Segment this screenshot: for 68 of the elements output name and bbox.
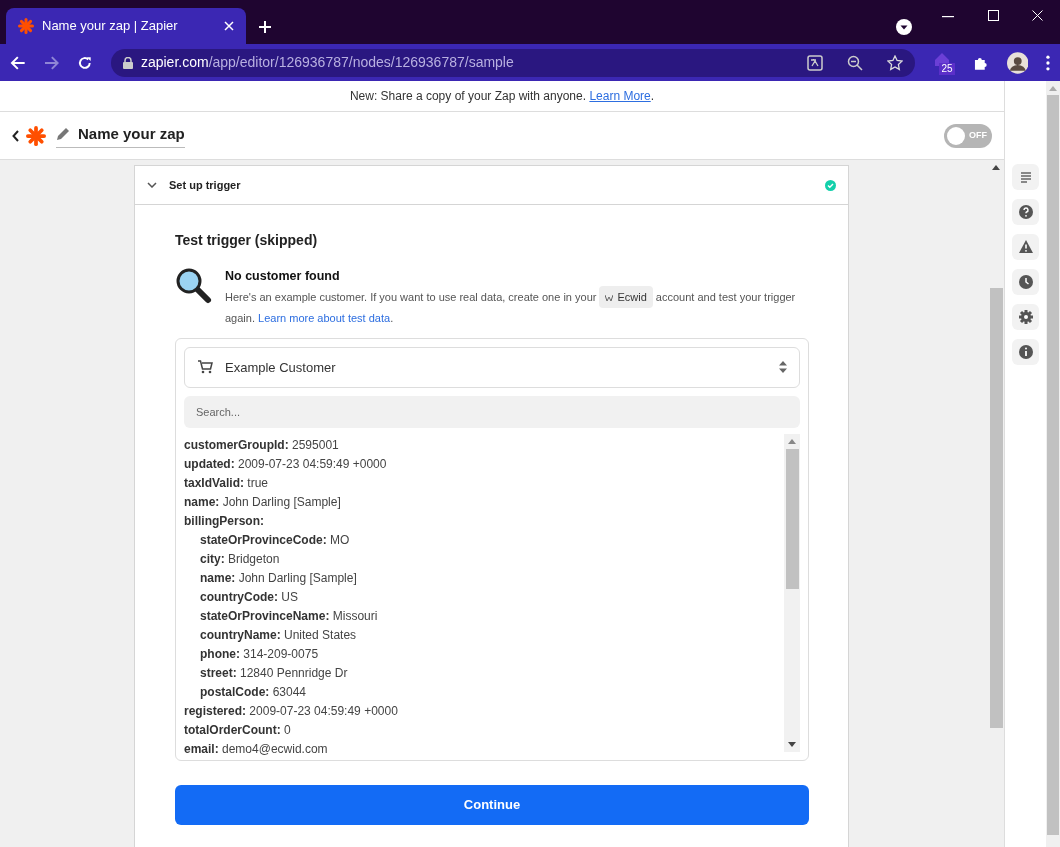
reload-icon[interactable] (77, 54, 93, 71)
info-icon[interactable] (1012, 339, 1039, 365)
field-row-text: customerGroupId: 2595001 (184, 436, 339, 454)
field-row-text: countryCode: US (200, 588, 298, 606)
close-icon[interactable] (224, 21, 234, 31)
close-icon[interactable] (1032, 10, 1043, 21)
asterisk-icon (18, 18, 34, 34)
field-row-text: postalCode: 63044 (200, 683, 307, 701)
sort-icon (779, 361, 787, 374)
notice-title: No customer found (225, 268, 341, 285)
list-icon[interactable] (1012, 164, 1039, 190)
field-row-text: registered: 2009-07-23 04:59:49 +0000 (184, 702, 398, 720)
pencil-icon (56, 127, 70, 141)
field-row-text: email: demo4@ecwid.com (184, 740, 328, 758)
field-row-text: name: John Darling [Sample] (184, 493, 341, 511)
clock-icon[interactable] (1012, 269, 1039, 295)
translate-icon[interactable] (807, 54, 824, 71)
zoom-out-icon[interactable] (847, 54, 864, 71)
field-row-text: billingPerson: (184, 512, 264, 530)
learn-more-link[interactable]: Learn More (589, 89, 651, 103)
menu-icon[interactable] (1046, 54, 1050, 71)
star-icon[interactable] (887, 54, 904, 71)
browser-tab[interactable]: Name your zap | Zapier (6, 8, 246, 44)
field-row-text: stateOrProvinceCode: MO (200, 531, 350, 549)
zap-name-field[interactable]: Name your zap (56, 122, 185, 149)
avatar-icon[interactable] (1006, 51, 1029, 74)
url-text: zapier.com/app/editor/126936787/nodes/126936787/sample (140, 53, 515, 72)
field-row-text: stateOrProvinceName: Missouri (200, 607, 378, 625)
field-row-text: updated: 2009-07-23 04:59:49 +0000 (184, 455, 387, 473)
scrollbar[interactable] (784, 433, 800, 752)
dropdown-icon[interactable] (896, 19, 912, 35)
record-select[interactable]: Example Customer (184, 346, 800, 388)
warning-icon[interactable] (1012, 234, 1039, 260)
announcement-text: New: Share a copy of your Zap with anyone. Learn More. (349, 88, 655, 105)
scroll-thumb[interactable] (785, 448, 799, 589)
scroll-down-icon[interactable] (788, 741, 796, 747)
asterisk-icon[interactable] (26, 125, 46, 146)
continue-button[interactable]: Continue (175, 784, 809, 825)
scroll-up-icon[interactable] (992, 165, 1000, 170)
settings-icon[interactable] (1012, 304, 1039, 330)
field-row-text: city: Bridgeton (200, 550, 280, 568)
field-row-text: phone: 314-209-0075 (200, 645, 319, 663)
field-row-text: totalOrderCount: 0 (184, 721, 291, 739)
cart-icon (197, 360, 213, 375)
chevron-icon[interactable] (147, 182, 157, 188)
search-field[interactable]: Search... (184, 395, 800, 428)
scrollbar[interactable] (1046, 81, 1060, 847)
step-title[interactable]: Set up trigger (169, 176, 825, 194)
app-logo-icon (605, 294, 614, 301)
section-heading: Test trigger (skipped) (175, 231, 319, 250)
address-bar[interactable]: zapier.com/app/editor/126936787/nodes/126936787/sample (110, 48, 916, 77)
field-row-text: taxIdValid: true (184, 474, 269, 492)
field-row-text: street: 12840 Pennridge Dr (200, 664, 348, 682)
tab-title: Name your zap | Zapier (42, 17, 179, 36)
scroll-thumb[interactable] (1047, 95, 1059, 835)
magnifier-icon (175, 267, 213, 305)
minimize-icon[interactable] (942, 16, 954, 18)
new-tab-icon[interactable] (258, 20, 272, 34)
lock-icon (122, 56, 133, 69)
forward-icon[interactable] (43, 54, 60, 71)
maximize-icon[interactable] (988, 10, 999, 21)
scroll-thumb[interactable] (989, 288, 1003, 728)
notice-text: Here's an example customer. If you want to use real data, create one in your Ecwid account and test your trigger again. Learn more about test data. (225, 285, 808, 328)
help-icon[interactable] (1012, 199, 1039, 225)
app-tag: Ecwid (599, 285, 653, 308)
field-row-text: countryName: United States (200, 626, 357, 644)
field-row-text: name: John Darling [Sample] (200, 569, 357, 587)
back-icon[interactable] (12, 129, 20, 142)
